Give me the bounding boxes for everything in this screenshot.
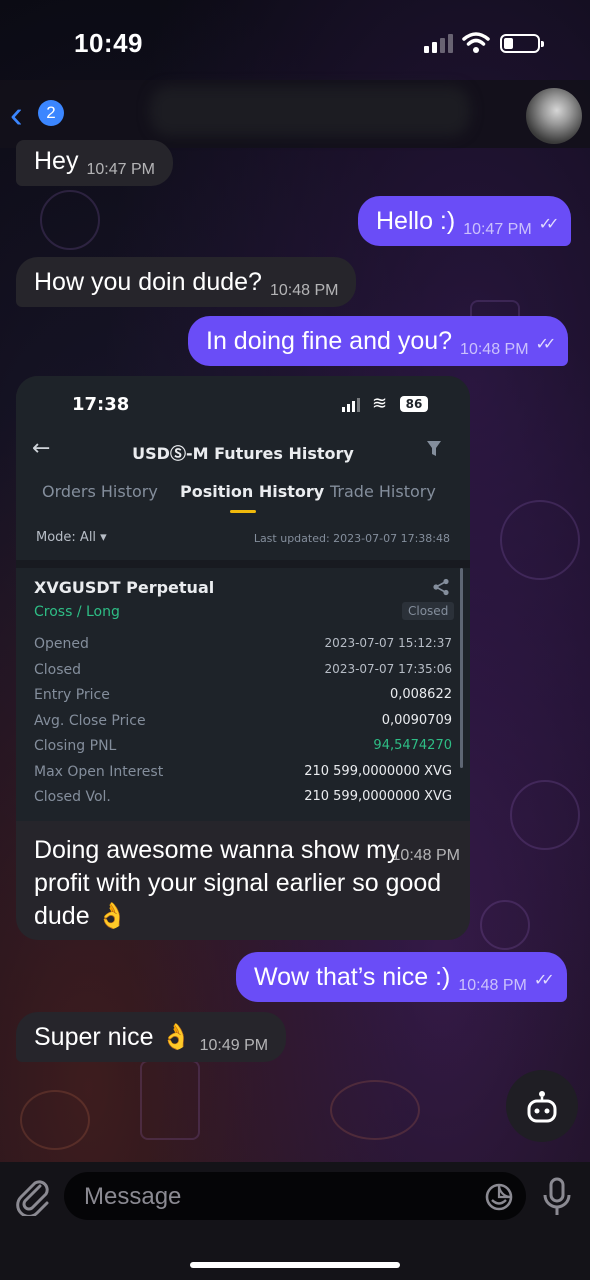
detail-label: Opened <box>34 636 89 652</box>
read-checkmark-icon: ✓✓ <box>533 972 555 989</box>
status-badge: Closed <box>402 602 455 620</box>
message-time: 10:47 PM <box>86 161 155 178</box>
screenshot-battery-icon: 86 <box>400 396 428 412</box>
wallpaper-doodle <box>140 1060 200 1140</box>
position-symbol: XVGUSDT Perpetual <box>34 578 215 597</box>
wallpaper-doodle <box>330 1080 420 1140</box>
detail-row: Closing PNL 94,5474270 <box>34 738 452 754</box>
detail-label: Max Open Interest <box>34 764 164 780</box>
message-time: 10:49 PM <box>199 1037 269 1054</box>
message-time: 10:48 PM <box>458 977 527 994</box>
bot-menu-button[interactable] <box>506 1070 578 1142</box>
image-caption: Doing awesome wanna show my profit with … <box>34 834 460 933</box>
detail-row: Closed 2023-07-07 17:35:06 <box>34 662 452 678</box>
read-checkmark-icon: ✓✓ <box>535 336 556 353</box>
shared-screenshot[interactable]: 17:38 ≋ 86 ← USDⓈ-M Futures History Orde… <box>16 376 470 821</box>
message-incoming[interactable]: Super nice 👌 10:49 PM <box>16 1012 287 1062</box>
position-side: Cross / Long <box>34 604 120 620</box>
screenshot-scrollbar <box>460 568 463 768</box>
screenshot-wifi-icon: ≋ <box>372 393 388 414</box>
screenshot-status-time: 17:38 <box>72 394 130 415</box>
screenshot-signal-icon <box>342 398 360 412</box>
message-outgoing[interactable]: Wow that’s nice :) 10:48 PM ✓✓ <box>236 952 567 1002</box>
message-input[interactable]: Message <box>64 1172 526 1220</box>
detail-label: Avg. Close Price <box>34 713 146 729</box>
microphone-icon[interactable] <box>540 1176 574 1218</box>
detail-row: Entry Price 0,008622 <box>34 687 452 703</box>
message-time: 10:48 PM <box>391 847 460 864</box>
status-bar: 10:49 <box>0 0 590 90</box>
message-incoming[interactable]: Hey 10:47 PM <box>16 140 173 186</box>
message-input-bar: Message <box>0 1162 590 1280</box>
message-text: Hey <box>34 147 79 175</box>
read-checkmark-icon: ✓✓ <box>538 216 560 233</box>
wallpaper-doodle <box>20 1090 90 1150</box>
chat-header: ‹ 2 <box>0 80 590 148</box>
mode-filter: Mode: All ▾ <box>36 530 107 545</box>
image-message[interactable]: 17:38 ≋ 86 ← USDⓈ-M Futures History Orde… <box>16 376 470 940</box>
message-text: Hello :) <box>376 207 456 235</box>
chat-title-redacted[interactable] <box>150 86 470 136</box>
active-tab-indicator <box>230 510 256 513</box>
detail-label: Closing PNL <box>34 738 117 754</box>
screenshot-title: USDⓈ-M Futures History <box>132 444 354 463</box>
home-indicator <box>190 1262 400 1268</box>
detail-value: 2023-07-07 17:35:06 <box>324 662 452 676</box>
detail-value: 210 599,0000000 XVG <box>304 764 452 779</box>
message-text: Wow that’s nice :) <box>254 963 451 991</box>
tab-trade-history: Trade History <box>330 482 436 501</box>
detail-value: 2023-07-07 15:12:37 <box>324 636 452 650</box>
attachment-icon[interactable] <box>14 1176 52 1216</box>
filter-icon <box>427 441 441 456</box>
detail-label: Closed <box>34 662 82 678</box>
section-divider <box>16 560 470 568</box>
wallpaper-doodle <box>40 190 100 250</box>
caption-text: Doing awesome wanna show my profit with … <box>34 836 442 930</box>
sticker-icon[interactable] <box>484 1182 514 1212</box>
tab-orders-history: Orders History <box>42 482 158 501</box>
detail-value-pnl: 94,5474270 <box>373 738 452 753</box>
tab-position-history: Position History <box>180 482 325 501</box>
detail-row: Max Open Interest 210 599,0000000 XVG <box>34 764 452 780</box>
status-time: 10:49 <box>74 28 143 58</box>
battery-icon <box>500 34 544 53</box>
last-updated: Last updated: 2023-07-07 17:38:48 <box>253 532 450 545</box>
detail-value: 210 599,0000000 XVG <box>304 789 452 804</box>
detail-label: Entry Price <box>34 687 110 703</box>
detail-label: Closed Vol. <box>34 789 111 805</box>
detail-row: Closed Vol. 210 599,0000000 XVG <box>34 789 452 805</box>
share-icon <box>433 578 449 596</box>
back-chevron-icon[interactable]: ‹ <box>10 96 23 134</box>
message-text: How you doin dude? <box>34 268 262 296</box>
detail-row: Avg. Close Price 0,0090709 <box>34 713 452 729</box>
detail-row: Opened 2023-07-07 15:12:37 <box>34 636 452 652</box>
detail-value: 0,008622 <box>389 687 452 702</box>
message-time: 10:48 PM <box>269 282 339 299</box>
message-outgoing[interactable]: Hello :) 10:47 PM ✓✓ <box>358 196 572 246</box>
unread-count-badge[interactable]: 2 <box>38 100 64 126</box>
message-text: Super nice 👌 <box>34 1023 192 1051</box>
message-incoming[interactable]: How you doin dude? 10:48 PM <box>16 257 357 307</box>
robot-icon <box>527 1091 557 1123</box>
cellular-signal-icon <box>424 34 453 53</box>
message-outgoing[interactable]: In doing fine and you? 10:48 PM ✓✓ <box>188 316 569 366</box>
wifi-icon <box>462 32 490 53</box>
message-time: 10:48 PM <box>460 341 529 358</box>
detail-value: 0,0090709 <box>381 713 452 728</box>
wallpaper-doodle <box>500 500 580 580</box>
message-placeholder: Message <box>84 1183 182 1210</box>
wallpaper-doodle <box>480 900 530 950</box>
message-time: 10:47 PM <box>463 221 532 238</box>
message-text: In doing fine and you? <box>206 327 453 355</box>
wallpaper-doodle <box>510 780 580 850</box>
contact-avatar[interactable] <box>526 88 582 144</box>
